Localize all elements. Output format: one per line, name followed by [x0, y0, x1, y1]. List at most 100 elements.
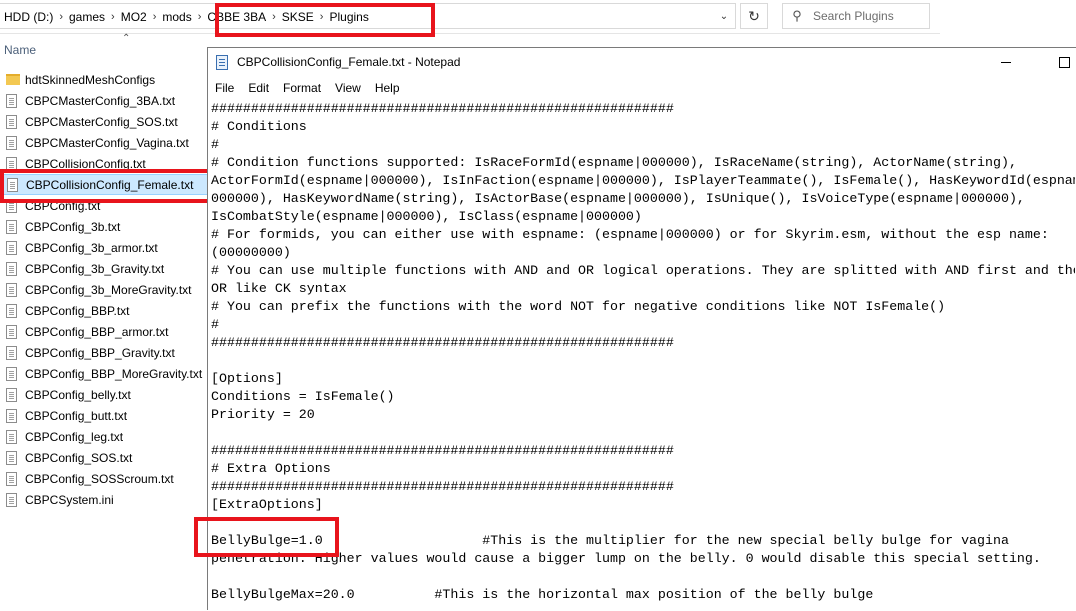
- breadcrumb-skse[interactable]: SKSE: [282, 10, 314, 24]
- breadcrumb-mo2[interactable]: MO2: [121, 10, 147, 24]
- breadcrumb-plugins[interactable]: Plugins: [329, 10, 368, 24]
- column-header-name[interactable]: Name: [4, 43, 36, 57]
- file-name: CBPConfig_belly.txt: [25, 387, 131, 402]
- file-name: CBPConfig_butt.txt: [25, 408, 128, 423]
- text-file-icon: [6, 135, 17, 150]
- chevron-right-icon[interactable]: ›: [320, 11, 324, 23]
- file-name: CBPConfig_3b_Gravity.txt: [25, 261, 165, 276]
- text-line: Priority = 20: [211, 407, 315, 422]
- text-line: ########################################…: [211, 479, 674, 494]
- text-file-icon: [6, 114, 17, 129]
- text-line: #: [211, 317, 219, 332]
- file-list-item[interactable]: CBPCollisionConfig_Female.txt: [0, 174, 208, 195]
- maximize-button[interactable]: [1052, 51, 1076, 73]
- menu-help[interactable]: Help: [368, 81, 407, 95]
- file-name: CBPConfig.txt: [25, 198, 101, 213]
- text-file-icon: [6, 240, 17, 255]
- file-list-item[interactable]: CBPConfig_BBP_MoreGravity.txt: [0, 363, 208, 384]
- file-name: CBPConfig_BBP_MoreGravity.txt: [25, 366, 203, 381]
- chevron-right-icon[interactable]: ›: [59, 11, 63, 23]
- text-line: [211, 352, 1075, 370]
- address-box[interactable]: HDD (D:) › games › MO2 › mods › CBBE 3BA…: [0, 3, 736, 29]
- chevron-right-icon[interactable]: ›: [198, 11, 202, 23]
- notepad-menubar: File Edit Format View Help: [208, 78, 407, 98]
- file-name: CBPConfig_BBP_Gravity.txt: [25, 345, 175, 360]
- breadcrumb-cbbe-3ba[interactable]: CBBE 3BA: [207, 10, 266, 24]
- search-box[interactable]: ⚲: [782, 3, 930, 29]
- menu-view[interactable]: View: [328, 81, 368, 95]
- file-list-item[interactable]: CBPConfig_3b_Gravity.txt: [0, 258, 208, 279]
- text-line: [Options]: [211, 371, 283, 386]
- file-list-item[interactable]: CBPCMasterConfig_SOS.txt: [0, 111, 208, 132]
- file-list-item[interactable]: CBPConfig_BBP.txt: [0, 300, 208, 321]
- text-line: ########################################…: [211, 335, 674, 350]
- file-name: CBPCSystem.ini: [25, 492, 114, 507]
- file-name: CBPConfig_leg.txt: [25, 429, 124, 444]
- chevron-right-icon[interactable]: ›: [111, 11, 115, 23]
- menu-file[interactable]: File: [208, 81, 241, 95]
- breadcrumb-mods[interactable]: mods: [162, 10, 191, 24]
- text-file-icon: [6, 219, 17, 234]
- notepad-titlebar[interactable]: CBPCollisionConfig_Female.txt - Notepad: [208, 48, 1076, 76]
- file-list-item[interactable]: hdtSkinnedMeshConfigs: [0, 69, 208, 90]
- minimize-button[interactable]: [994, 51, 1018, 73]
- file-list-item[interactable]: CBPCMasterConfig_3BA.txt: [0, 90, 208, 111]
- notepad-icon: [216, 55, 228, 70]
- file-list-item[interactable]: CBPConfig_BBP_armor.txt: [0, 321, 208, 342]
- file-list-item[interactable]: CBPConfig_3b.txt: [0, 216, 208, 237]
- text-line: [ExtraOptions]: [211, 497, 323, 512]
- file-list-item[interactable]: CBPCollisionConfig.txt: [0, 153, 208, 174]
- text-line: [211, 424, 1075, 442]
- maximize-icon: [1058, 56, 1070, 68]
- refresh-button[interactable]: ↻: [740, 3, 768, 29]
- minimize-icon: [1001, 61, 1011, 63]
- search-input[interactable]: [811, 8, 927, 24]
- text-file-icon: [6, 324, 17, 339]
- notepad-title: CBPCollisionConfig_Female.txt - Notepad: [237, 55, 461, 69]
- text-line: ActorFormId(espname|000000), IsInFaction…: [211, 173, 1075, 188]
- file-list-item[interactable]: CBPConfig_BBP_Gravity.txt: [0, 342, 208, 363]
- menu-edit[interactable]: Edit: [241, 81, 276, 95]
- text-file-icon: [6, 366, 17, 381]
- text-line: # You can prefix the functions with the …: [211, 299, 946, 314]
- breadcrumb: HDD (D:) › games › MO2 › mods › CBBE 3BA…: [4, 4, 369, 30]
- text-file-icon: [6, 282, 17, 297]
- folder-icon: [6, 74, 20, 85]
- text-file-icon: [6, 408, 17, 423]
- text-line: Conditions = IsFemale(): [211, 389, 395, 404]
- file-name: CBPConfig_SOSScroum.txt: [25, 471, 174, 486]
- text-line: OR like CK syntax: [211, 281, 347, 296]
- file-list-item[interactable]: CBPConfig_leg.txt: [0, 426, 208, 447]
- file-list-item[interactable]: CBPCSystem.ini: [0, 489, 208, 510]
- breadcrumb-drive[interactable]: HDD (D:): [4, 10, 53, 24]
- chevron-down-icon[interactable]: ⌄: [717, 9, 731, 23]
- text-file-icon: [6, 345, 17, 360]
- file-list-item[interactable]: CBPConfig_SOS.txt: [0, 447, 208, 468]
- text-line: # You can use multiple functions with AN…: [211, 263, 1075, 278]
- breadcrumb-games[interactable]: games: [69, 10, 105, 24]
- sort-up-icon: ⌃: [122, 33, 131, 44]
- notepad-text-area[interactable]: ########################################…: [211, 100, 1075, 611]
- text-line: IsCombatStyle(espname|000000), IsClass(e…: [211, 209, 642, 224]
- text-file-icon: [6, 387, 17, 402]
- text-line: ########################################…: [211, 101, 674, 116]
- menu-format[interactable]: Format: [276, 81, 328, 95]
- text-line: [211, 568, 1075, 586]
- file-list-item[interactable]: CBPCMasterConfig_Vagina.txt: [0, 132, 208, 153]
- chevron-right-icon[interactable]: ›: [153, 11, 157, 23]
- search-icon: ⚲: [792, 8, 802, 23]
- text-line: 000000), HasKeywordName(string), IsActor…: [211, 191, 1025, 206]
- file-list-item[interactable]: CBPConfig_butt.txt: [0, 405, 208, 426]
- file-list-item[interactable]: CBPConfig_3b_MoreGravity.txt: [0, 279, 208, 300]
- file-list-item[interactable]: CBPConfig_3b_armor.txt: [0, 237, 208, 258]
- file-list-item[interactable]: CBPConfig_belly.txt: [0, 384, 208, 405]
- chevron-right-icon[interactable]: ›: [272, 11, 276, 23]
- text-file-icon: [6, 198, 17, 213]
- text-line: # Condition functions supported: IsRaceF…: [211, 155, 1017, 170]
- file-name: CBPConfig_3b_armor.txt: [25, 240, 158, 255]
- file-name: CBPCMasterConfig_3BA.txt: [25, 93, 176, 108]
- file-name: CBPCollisionConfig.txt: [25, 156, 146, 171]
- file-list-item[interactable]: CBPConfig_SOSScroum.txt: [0, 468, 208, 489]
- text-file-icon: [6, 492, 17, 507]
- file-list-item[interactable]: CBPConfig.txt: [0, 195, 208, 216]
